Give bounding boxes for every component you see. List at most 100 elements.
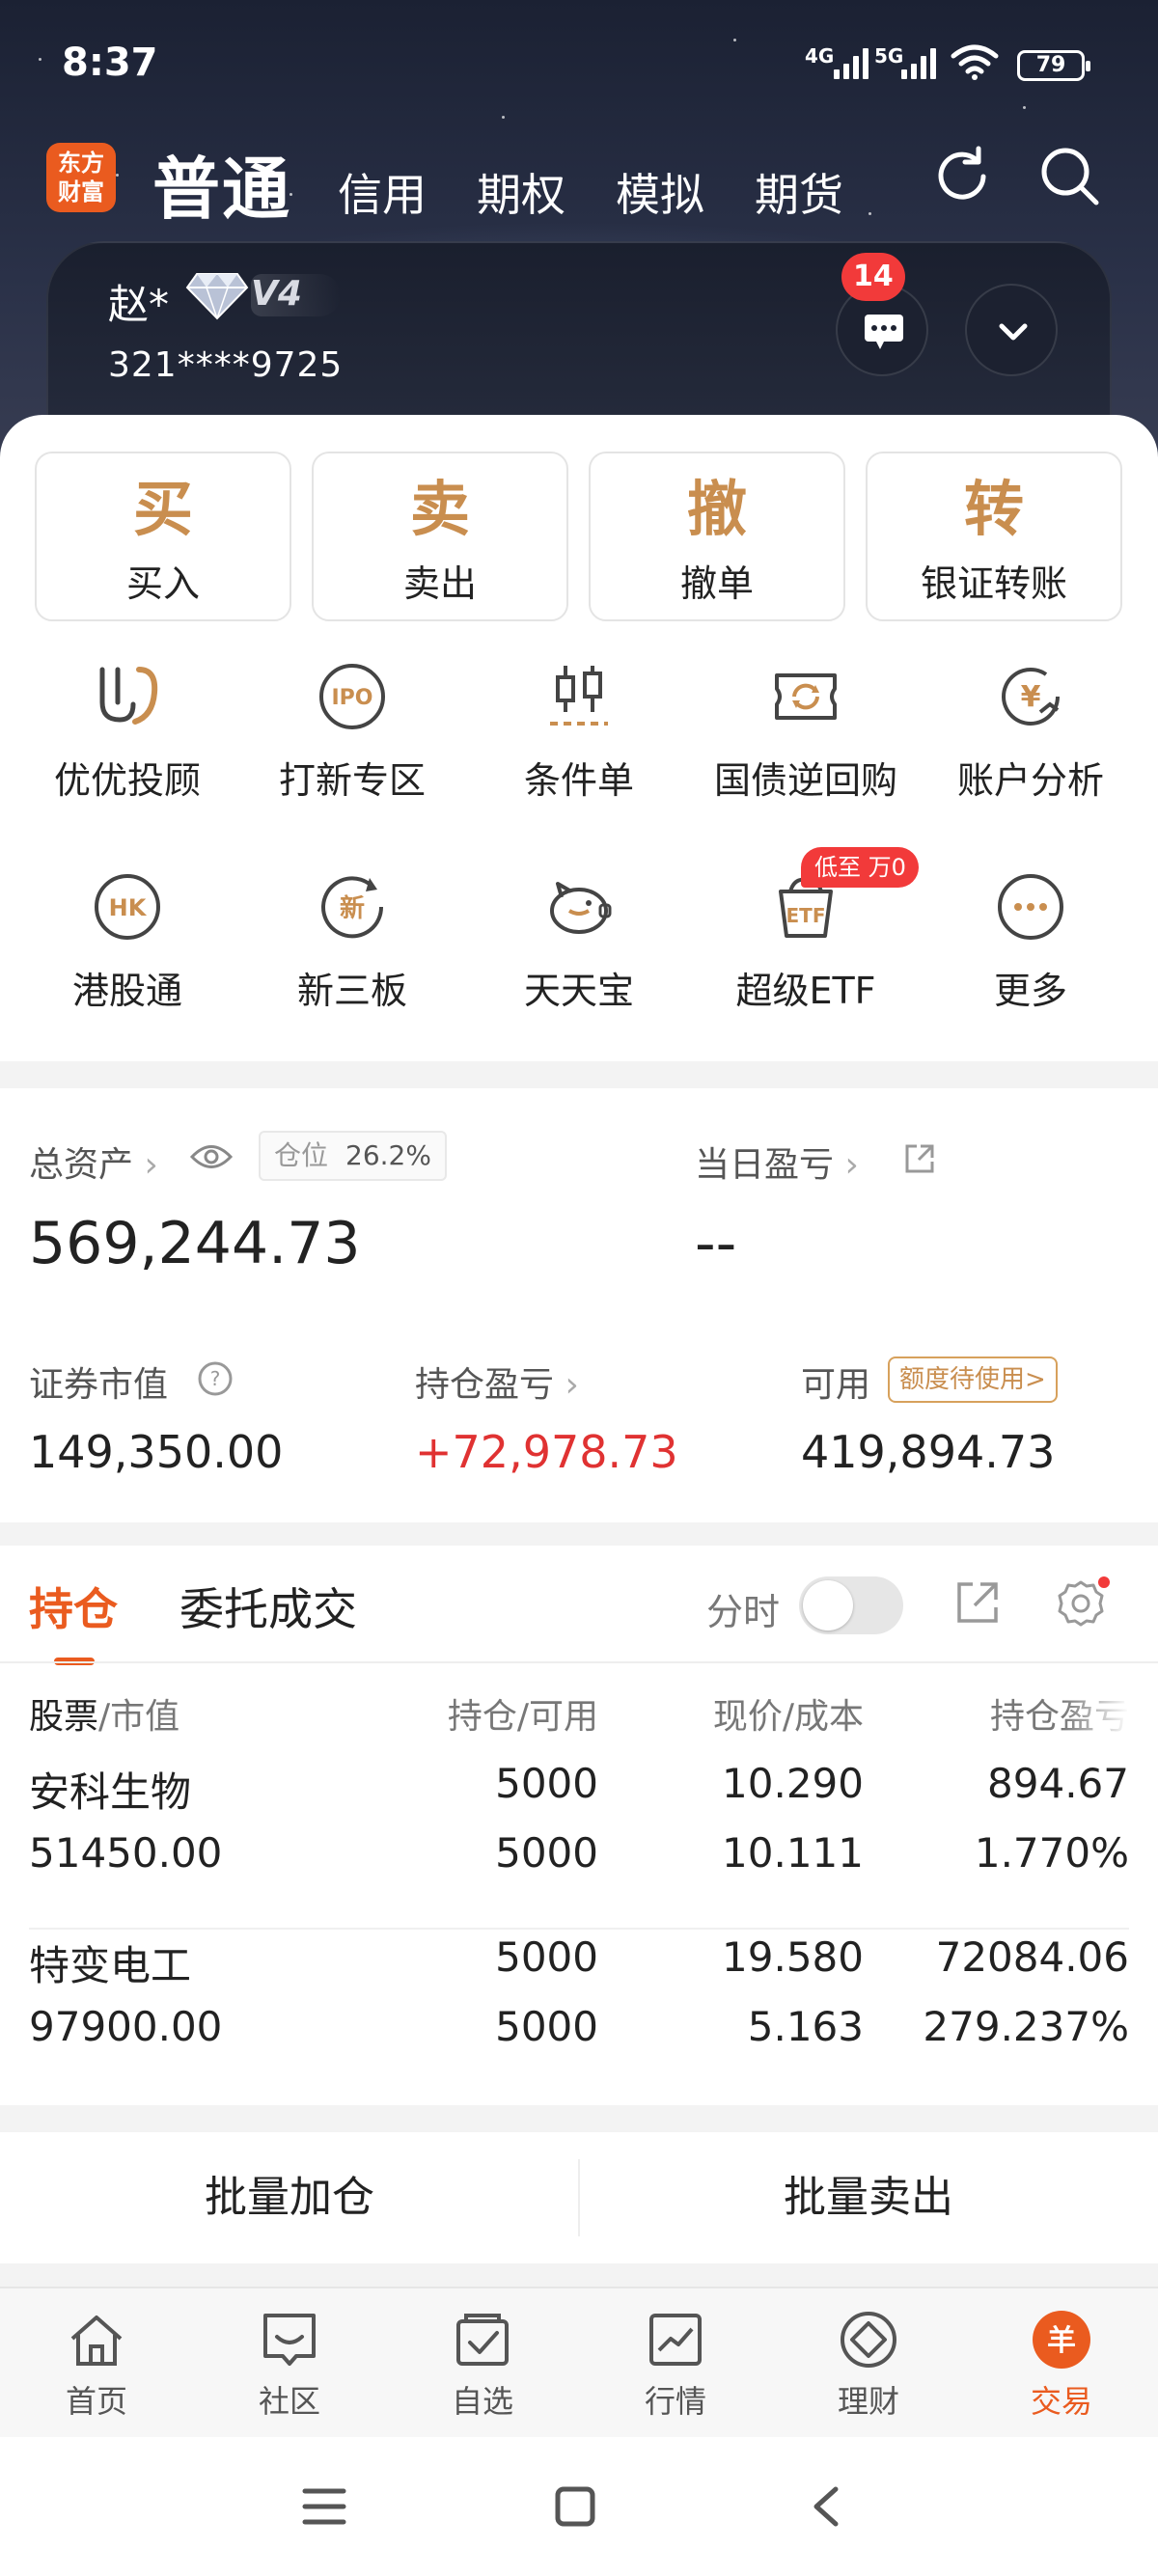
- stock-name: 安科生物: [29, 1768, 192, 1816]
- tab-trade[interactable]: 羊 交易: [965, 2288, 1158, 2439]
- feature-tiantianbao[interactable]: 天天宝: [468, 868, 690, 1014]
- new-board-icon: 新: [321, 876, 384, 939]
- feature-conditional-order[interactable]: 条件单: [468, 658, 690, 804]
- daily-pl-label[interactable]: 当日盈亏 ›: [695, 1137, 859, 1187]
- account-dropdown-button[interactable]: [965, 284, 1058, 376]
- batch-actions: 批量加仓 批量卖出: [0, 2132, 1158, 2263]
- trade-icon: 羊: [1033, 2311, 1090, 2369]
- avail-qty: 5000: [495, 1829, 598, 1877]
- account-name: 赵*: [108, 281, 170, 328]
- hk-icon: HK: [95, 874, 160, 940]
- menu-icon[interactable]: [301, 2485, 347, 2528]
- current-price: 19.580: [722, 1933, 864, 1981]
- watchlist-icon: [456, 2314, 509, 2366]
- table-row[interactable]: 特变电工 97900.00 5000 5000 19.580 5.163 720…: [0, 1933, 1158, 2107]
- signal-bars-icon: [834, 46, 876, 79]
- candle-icon: [550, 666, 608, 726]
- feature-ipo-zone[interactable]: IPO 打新专区: [241, 658, 463, 804]
- community-icon: [263, 2314, 316, 2366]
- status-time: 8:37: [62, 41, 158, 85]
- more-icon: [998, 874, 1063, 940]
- message-count-badge: 14: [841, 253, 905, 301]
- ipo-icon: IPO: [319, 664, 385, 729]
- uu-icon: [99, 667, 158, 725]
- avail-qty: 5000: [495, 2003, 598, 2050]
- back-icon[interactable]: [807, 2485, 845, 2528]
- search-icon[interactable]: [1036, 143, 1104, 210]
- available-value: 419,894.73: [801, 1426, 1056, 1478]
- wealth-icon: [841, 2312, 896, 2368]
- bank-transfer-button[interactable]: 转银证转账: [866, 452, 1122, 621]
- eye-icon[interactable]: [189, 1140, 234, 1173]
- tab-community[interactable]: 社区: [193, 2288, 386, 2439]
- signal-4g-label: 4G: [805, 44, 835, 68]
- col-price: 现价/成本: [712, 1697, 864, 1737]
- batch-add-button[interactable]: 批量加仓: [0, 2132, 579, 2263]
- share-icon[interactable]: [903, 1142, 936, 1175]
- settings-gear-icon[interactable]: [1052, 1575, 1110, 1632]
- home-square-icon[interactable]: [554, 2485, 596, 2528]
- holdings-table-header: 股票 /市值 持仓/可用 现价/成本 持仓盈亏: [0, 1661, 1158, 1748]
- feature-hk-connect[interactable]: HK 港股通: [16, 868, 238, 1014]
- feature-more[interactable]: 更多: [920, 868, 1142, 1014]
- col-stock-sub: /市值: [98, 1697, 180, 1737]
- status-bar: 8:37 4G 5G 79: [0, 0, 1158, 125]
- sell-button[interactable]: 卖卖出: [312, 452, 568, 621]
- quota-pending-badge[interactable]: 额度待使用>: [888, 1357, 1058, 1403]
- holdings-section: 持仓 委托成交 分时 股票 /市值 持仓/可用 现价/成本 持仓盈亏 安科生物 …: [0, 1546, 1158, 2105]
- table-row[interactable]: 安科生物 51450.00 5000 5000 10.290 10.111 89…: [0, 1760, 1158, 1933]
- tab-options[interactable]: 期权: [477, 160, 565, 224]
- market-value: 149,350.00: [29, 1426, 284, 1478]
- svg-text:羊: 羊: [1047, 2324, 1076, 2358]
- chevron-down-icon: [999, 323, 1028, 341]
- col-pl: 持仓盈亏: [989, 1697, 1129, 1737]
- battery-icon: 79: [1017, 50, 1090, 81]
- signal-5g-label: 5G: [874, 44, 904, 68]
- market-icon: [649, 2314, 702, 2366]
- tab-simulate[interactable]: 模拟: [616, 160, 704, 224]
- stock-market-value: 97900.00: [29, 2003, 223, 2050]
- tab-holdings[interactable]: 持仓: [29, 1575, 118, 1638]
- piggy-icon: [550, 882, 612, 934]
- cost-price: 5.163: [747, 2003, 864, 2050]
- cancel-order-button[interactable]: 撤撤单: [589, 452, 845, 621]
- vip-level-badge: V4: [251, 274, 341, 316]
- available-label: 可用: [801, 1365, 871, 1405]
- repo-icon: [775, 673, 837, 720]
- svg-text:?: ?: [210, 1367, 221, 1390]
- total-assets-value: 569,244.73: [29, 1210, 361, 1277]
- svg-text:HK: HK: [109, 894, 148, 921]
- refresh-icon[interactable]: [928, 143, 996, 210]
- holding-pl-label[interactable]: 持仓盈亏 ›: [415, 1357, 579, 1407]
- col-qty: 持仓/可用: [447, 1697, 598, 1737]
- tab-orders-trades[interactable]: 委托成交: [179, 1575, 357, 1638]
- tab-market[interactable]: 行情: [579, 2288, 772, 2439]
- total-assets-label[interactable]: 总资产 ›: [29, 1137, 158, 1187]
- feature-new-third-board[interactable]: 新 新三板: [241, 868, 463, 1014]
- top-nav: 东方 财富 普通 信用 期权 模拟 期货: [0, 135, 1158, 232]
- app-logo: 东方 财富: [46, 143, 116, 212]
- tab-credit[interactable]: 信用: [338, 160, 427, 224]
- position-ratio-chip: 仓位 26.2%: [259, 1131, 447, 1181]
- help-icon[interactable]: ?: [197, 1360, 234, 1397]
- feature-reverse-repo[interactable]: 国债逆回购: [695, 658, 917, 804]
- stock-name: 特变电工: [29, 1942, 192, 1989]
- holding-pl-value: +72,978.73: [415, 1426, 678, 1478]
- bottom-tab-bar: 首页 社区 自选 行情 理财 羊 交易: [0, 2287, 1158, 2437]
- feature-account-analysis[interactable]: ¥ 账户分析: [920, 658, 1142, 804]
- feature-super-etf[interactable]: ETF 超级ETF: [695, 868, 917, 1014]
- batch-sell-button[interactable]: 批量卖出: [579, 2132, 1158, 2263]
- feature-youyou-advisor[interactable]: 优优投顾: [16, 658, 238, 804]
- time-share-label: 分时: [706, 1591, 781, 1633]
- buy-button[interactable]: 买买入: [35, 452, 291, 621]
- svg-text:新: 新: [340, 893, 365, 923]
- tab-home[interactable]: 首页: [0, 2288, 193, 2439]
- export-icon[interactable]: [953, 1578, 1002, 1627]
- tab-normal[interactable]: 普通: [152, 135, 291, 233]
- current-price: 10.290: [722, 1760, 864, 1807]
- tab-futures[interactable]: 期货: [755, 160, 843, 224]
- time-share-toggle[interactable]: [799, 1576, 903, 1634]
- etf-promo-badge: 低至 万0: [801, 847, 919, 888]
- tab-watchlist[interactable]: 自选: [386, 2288, 579, 2439]
- tab-wealth[interactable]: 理财: [772, 2288, 965, 2439]
